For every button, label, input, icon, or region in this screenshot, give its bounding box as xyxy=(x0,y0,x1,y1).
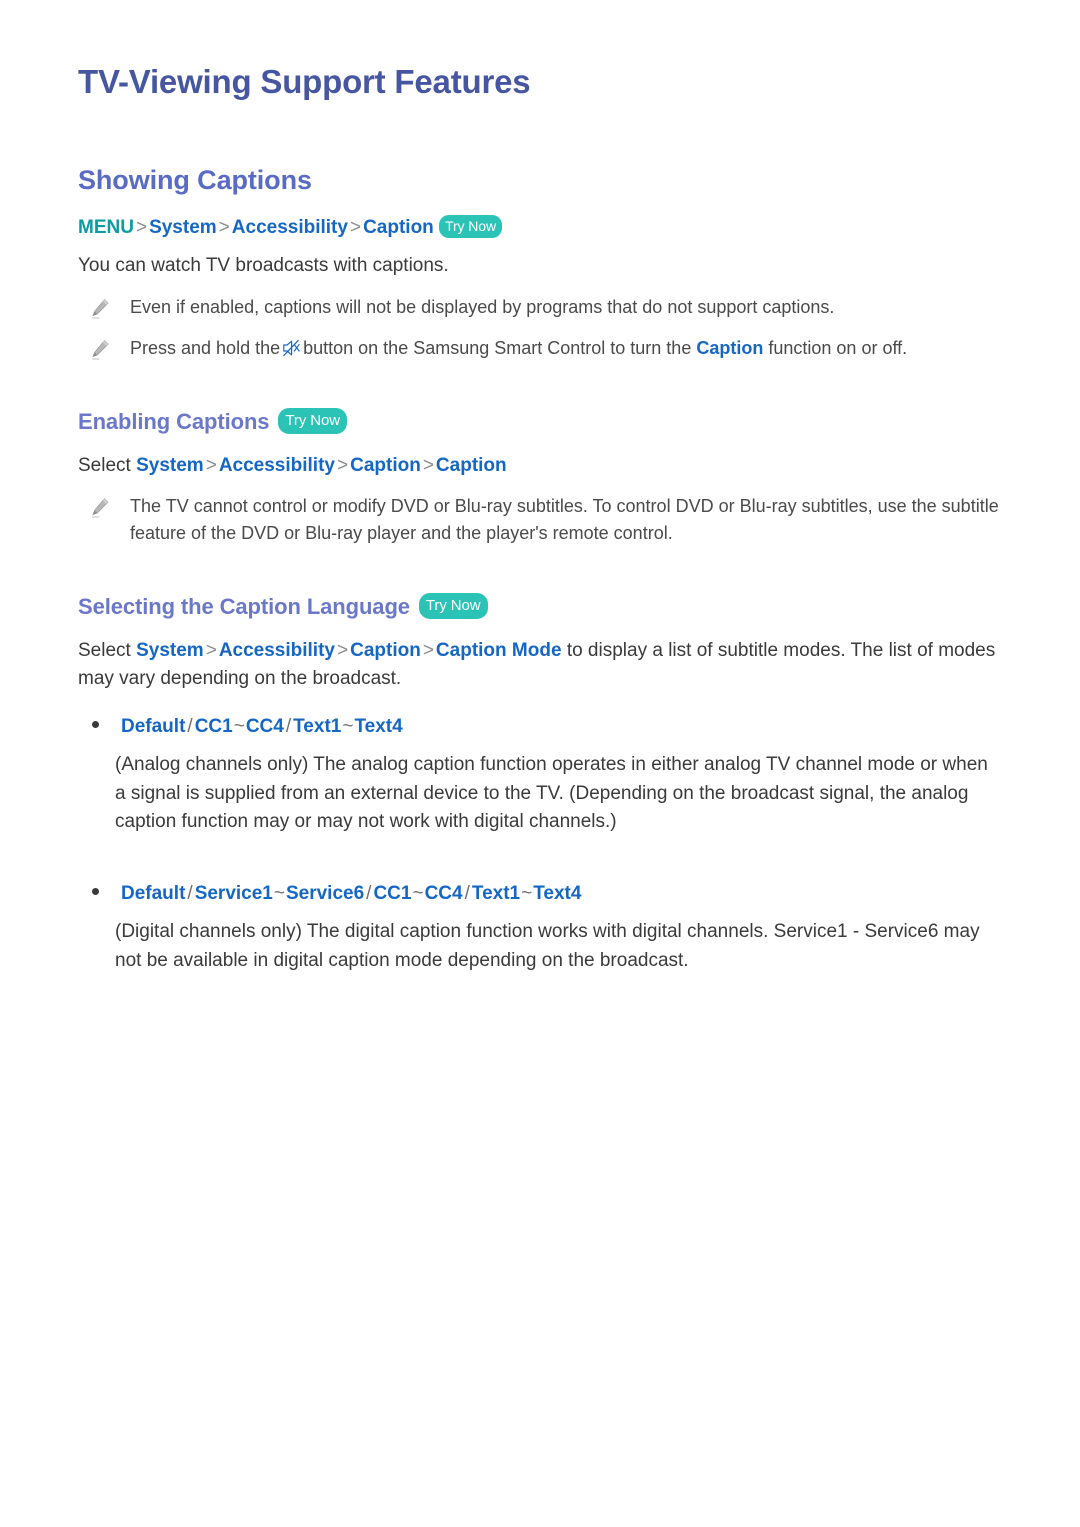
menu-item-caption[interactable]: Caption xyxy=(350,640,421,661)
path-separator-icon: > xyxy=(336,454,349,476)
subsection-heading-enabling-captions: Enabling Captions Try Now xyxy=(78,408,1002,436)
select-prefix-label: Select xyxy=(78,639,131,661)
menu-item-accessibility[interactable]: Accessibility xyxy=(232,217,348,238)
menu-item-system[interactable]: System xyxy=(136,640,204,661)
path-separator-icon: > xyxy=(205,639,217,661)
mode-description-digital: (Digital channels only) The digital capt… xyxy=(115,920,980,971)
note-text-after: function on or off. xyxy=(768,338,908,359)
note-item: Even if enabled, captions will not be di… xyxy=(90,294,1002,321)
list-item: Default / Service1~Service6/CC1~CC4/Text1~… xyxy=(92,881,1002,908)
try-now-badge[interactable]: Try Now xyxy=(439,215,502,239)
path-separator-icon: > xyxy=(422,639,434,661)
menu-item-system[interactable]: System xyxy=(149,217,217,238)
menu-item-accessibility[interactable]: Accessibility xyxy=(219,455,335,476)
subsection-heading-label: Enabling Captions xyxy=(78,409,270,435)
menu-item-caption-sub[interactable]: Caption xyxy=(436,455,507,476)
select-path-caption-language: Select System > Accessibility > Caption > Capt… xyxy=(78,637,1002,692)
menu-item-accessibility[interactable]: Accessibility xyxy=(219,640,335,661)
note-text-mid: button on the Samsung Smart Control to t… xyxy=(303,338,692,359)
note-text: Even if enabled, captions will not be di… xyxy=(130,297,835,318)
select-path-enabling-captions: Select System > Accessibility > Caption > Capt… xyxy=(78,452,1002,480)
intro-text-showing-captions: You can watch TV broadcasts with caption… xyxy=(78,254,449,276)
mode-description-analog: (Analog channels only) The analog captio… xyxy=(115,753,988,833)
menu-item-caption[interactable]: Caption xyxy=(363,217,434,238)
select-prefix-label: Select xyxy=(78,454,131,476)
menu-root-label[interactable]: MENU xyxy=(78,217,134,238)
page-title: TV-Viewing Support Features xyxy=(78,63,531,100)
try-now-badge[interactable]: Try Now xyxy=(278,408,347,435)
pencil-icon xyxy=(90,339,110,361)
path-separator-icon: > xyxy=(422,454,434,476)
path-separator-icon: > xyxy=(218,216,230,238)
path-separator-icon: > xyxy=(349,216,362,238)
pencil-icon xyxy=(90,497,110,519)
try-now-badge[interactable]: Try Now xyxy=(418,593,488,620)
section-heading-showing-captions: Showing Captions xyxy=(78,164,312,195)
note-text-before: Press and hold the xyxy=(130,338,281,359)
keyword-caption[interactable]: Caption xyxy=(696,338,763,358)
note-item: The TV cannot control or modify DVD or B… xyxy=(90,493,1002,547)
path-separator-icon: > xyxy=(336,639,349,661)
document-page: TV-Viewing Support Features Showing Capt… xyxy=(0,0,1080,1527)
bullet-dot-icon xyxy=(92,721,99,729)
mute-speaker-icon xyxy=(282,338,301,357)
note-item: Press and hold the button on the Samsung … xyxy=(90,335,1002,362)
note-text: The TV cannot control or modify DVD or B… xyxy=(130,496,999,544)
list-item: Default / CC1~CC4/Text1~Text4 xyxy=(92,714,1002,741)
path-separator-icon: > xyxy=(135,216,148,238)
menu-item-caption[interactable]: Caption xyxy=(350,455,421,476)
page-content: TV-Viewing Support Features Showing Capt… xyxy=(0,0,1080,976)
pencil-icon xyxy=(90,298,110,320)
note-text: Press and hold the button on the Samsung … xyxy=(130,335,1002,362)
subsection-heading-selecting-caption-language: Selecting the Caption Language Try Now xyxy=(78,593,1002,621)
mode-options-analog: Default / CC1~CC4/Text1~Text4 xyxy=(121,716,403,738)
menu-item-caption-mode[interactable]: Caption Mode xyxy=(436,640,562,661)
menu-item-system[interactable]: System xyxy=(136,455,204,476)
path-separator-icon: > xyxy=(205,454,217,476)
mode-options-digital: Default / Service1~Service6/CC1~CC4/Text1~… xyxy=(121,883,582,905)
bullet-dot-icon xyxy=(92,888,99,896)
subsection-heading-label: Selecting the Caption Language xyxy=(78,594,410,620)
menu-path-showing-captions: MENU > System > Accessibility > Caption Try No… xyxy=(78,214,1002,242)
